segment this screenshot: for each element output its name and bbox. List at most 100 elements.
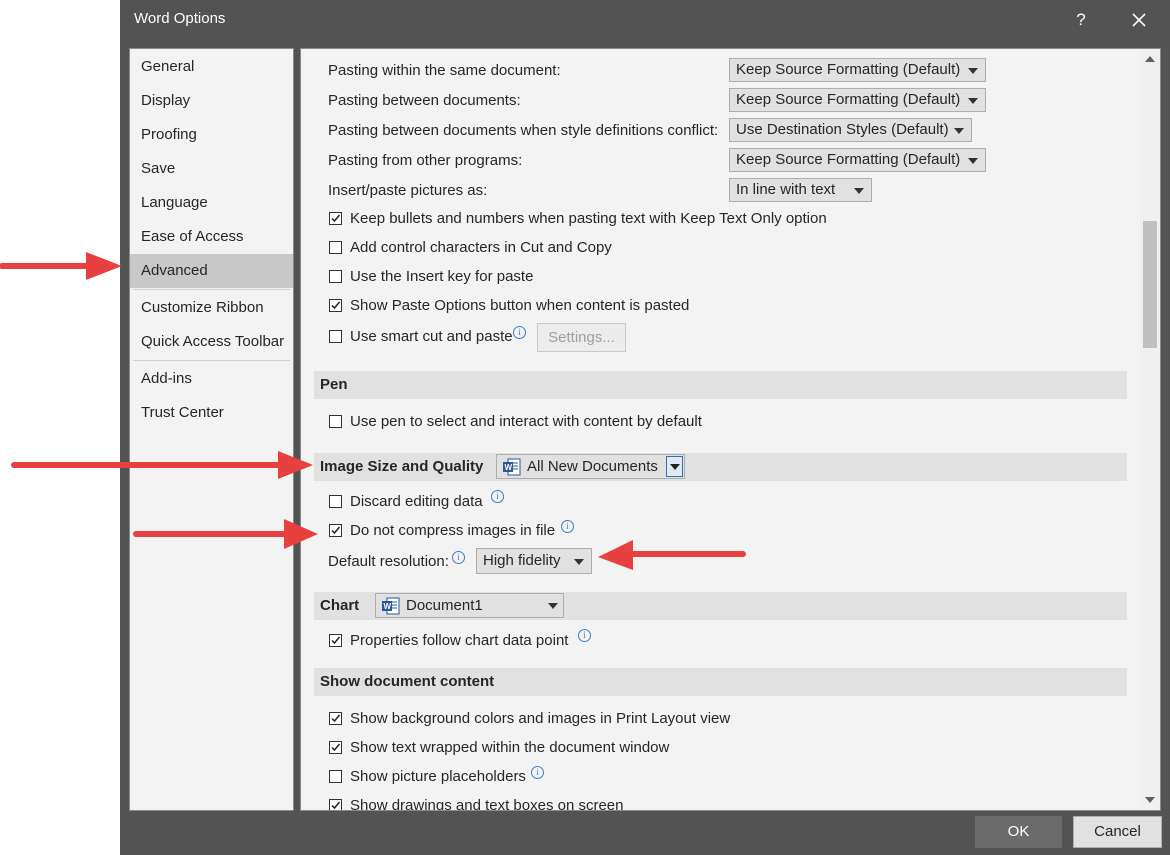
chart-section-header: Chart W Document1 [314,592,1127,620]
paste-within-label: Pasting within the same document: [328,62,561,79]
sidebar-item-display[interactable]: Display [130,84,293,118]
paste-other-value: Keep Source Formatting (Default) [736,151,961,168]
paste-between-select[interactable]: Keep Source Formatting (Default) [729,88,986,112]
scroll-down-arrow-icon[interactable] [1144,795,1156,805]
sidebar-item-customize-ribbon[interactable]: Customize Ribbon [130,291,293,325]
chevron-down-icon [854,188,864,194]
smart-cut-settings-button[interactable]: Settings... [537,323,626,352]
smart-cut-checkbox[interactable] [329,330,342,343]
sidebar-item-quick-access-toolbar[interactable]: Quick Access Toolbar [130,325,293,359]
sidebar-item-add-ins[interactable]: Add-ins [130,362,293,396]
image-document-dropdown-button[interactable] [666,456,683,477]
info-icon: i [531,766,544,779]
sidebar-item-language[interactable]: Language [130,186,293,220]
paste-conflict-select[interactable]: Use Destination Styles (Default) [729,118,972,142]
chevron-down-icon [968,68,978,74]
checkmark-icon [331,301,341,310]
keep-bullets-checkbox[interactable] [329,212,342,225]
paste-within-select[interactable]: Keep Source Formatting (Default) [729,58,986,82]
scrollbar-thumb[interactable] [1143,221,1157,348]
paste-conflict-label: Pasting between documents when style def… [328,122,719,139]
chevron-down-icon [968,98,978,104]
show-drawings-label: Show drawings and text boxes on screen [350,797,624,811]
keep-bullets-label: Keep bullets and numbers when pasting te… [350,210,827,227]
default-resolution-select[interactable]: High fidelity [476,548,592,574]
info-icon: i [561,520,574,533]
insert-key-label: Use the Insert key for paste [350,268,534,285]
annotation-arrow-image-quality [11,451,313,479]
use-pen-checkbox[interactable] [329,415,342,428]
pen-section-title: Pen [320,376,348,393]
info-icon: i [513,326,526,339]
image-quality-section-title: Image Size and Quality [320,458,484,475]
chevron-down-icon [574,559,584,565]
use-pen-label: Use pen to select and interact with cont… [350,413,702,430]
chevron-down-icon [670,464,680,470]
close-icon [1132,13,1146,27]
sidebar-item-trust-center[interactable]: Trust Center [130,396,293,430]
close-button[interactable] [1122,6,1156,34]
control-chars-checkbox[interactable] [329,241,342,254]
word-options-dialog: Word Options ? General Display Proofing … [120,0,1170,855]
show-placeholders-checkbox[interactable] [329,770,342,783]
default-resolution-label: Default resolution: [328,553,449,570]
sidebar-item-ease-of-access[interactable]: Ease of Access [130,220,293,254]
checkmark-icon [331,636,341,645]
show-paste-options-label: Show Paste Options button when content i… [350,297,690,314]
paste-between-value: Keep Source Formatting (Default) [736,91,961,108]
svg-text:W: W [384,602,392,611]
svg-text:W: W [505,463,513,472]
chart-document-select[interactable]: W Document1 [375,593,564,618]
show-drawings-checkbox[interactable] [329,799,342,810]
insert-key-checkbox[interactable] [329,270,342,283]
no-compress-checkbox[interactable] [329,524,342,537]
help-button[interactable]: ? [1066,6,1096,34]
checkmark-icon [331,743,341,752]
paste-pictures-value: In line with text [736,181,836,198]
discard-editing-checkbox[interactable] [329,495,342,508]
window-title: Word Options [134,10,226,27]
paste-between-label: Pasting between documents: [328,92,521,109]
word-document-icon: W [503,458,521,476]
annotation-arrow-resolution [598,540,746,570]
info-icon: i [491,490,504,503]
vertical-scrollbar[interactable] [1140,49,1160,810]
chart-document-value: Document1 [406,597,483,614]
checkmark-icon [331,214,341,223]
paste-other-select[interactable]: Keep Source Formatting (Default) [729,148,986,172]
annotation-arrow-advanced [0,252,122,280]
sidebar-divider [133,360,290,361]
paste-conflict-value: Use Destination Styles (Default) [736,121,949,138]
sidebar-item-proofing[interactable]: Proofing [130,118,293,152]
paste-pictures-select[interactable]: In line with text [729,178,872,202]
show-wrapped-label: Show text wrapped within the document wi… [350,739,670,756]
checkmark-icon [331,526,341,535]
chart-follow-checkbox[interactable] [329,634,342,647]
discard-editing-label: Discard editing data [350,493,483,510]
sidebar-item-general[interactable]: General [130,50,293,84]
word-document-icon: W [382,597,400,615]
image-quality-section-header: Image Size and Quality W All New Documen… [314,453,1127,481]
checkmark-icon [331,801,341,810]
advanced-options-panel: Pasting within the same document: Keep S… [300,48,1161,811]
ok-button[interactable]: OK [975,816,1062,848]
sidebar-divider [133,289,290,290]
scroll-up-arrow-icon[interactable] [1144,54,1156,64]
show-placeholders-label: Show picture placeholders [350,768,526,785]
image-document-select[interactable]: W All New Documents [496,454,685,479]
info-icon: i [578,629,591,642]
chart-section-title: Chart [320,597,360,614]
paste-within-value: Keep Source Formatting (Default) [736,61,961,78]
show-background-checkbox[interactable] [329,712,342,725]
cancel-button[interactable]: Cancel [1073,816,1162,848]
sidebar-item-save[interactable]: Save [130,152,293,186]
chart-follow-label: Properties follow chart data point [350,632,569,649]
sidebar-item-advanced[interactable]: Advanced [130,254,293,288]
no-compress-label: Do not compress images in file [350,522,556,539]
show-paste-options-checkbox[interactable] [329,299,342,312]
paste-other-label: Pasting from other programs: [328,152,523,169]
pen-section-header: Pen [314,371,1127,399]
category-sidebar: General Display Proofing Save Language E… [129,48,294,811]
info-icon: i [452,551,465,564]
show-wrapped-checkbox[interactable] [329,741,342,754]
